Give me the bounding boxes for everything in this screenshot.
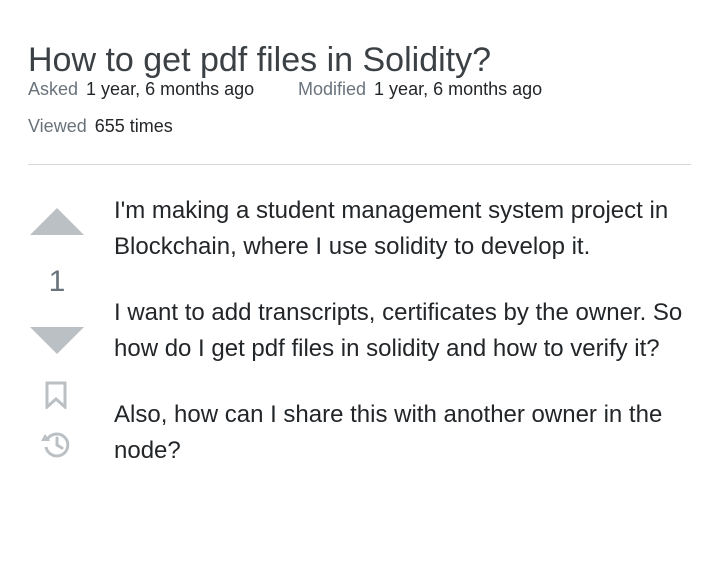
asked-label: Asked: [28, 79, 79, 99]
upvote-button[interactable]: [30, 206, 84, 236]
header-divider: [28, 164, 691, 165]
downvote-button[interactable]: [30, 326, 84, 356]
upvote-arrow-icon: [30, 208, 84, 235]
viewed-value: 655 times: [94, 116, 173, 136]
viewed-label: Viewed: [28, 116, 87, 136]
body-paragraph: I'm making a student management system p…: [114, 197, 669, 260]
downvote-arrow-icon: [30, 327, 84, 354]
viewed-meta: Viewed 655 times: [28, 114, 173, 138]
bookmark-button[interactable]: [44, 381, 68, 411]
modified-value[interactable]: 1 year, 6 months ago: [374, 79, 542, 99]
body-paragraph: Also, how can I share this with another …: [114, 401, 663, 464]
bookmark-icon: [45, 381, 67, 411]
question-body: I'm making a student management system p…: [114, 193, 684, 499]
vote-count: 1: [48, 265, 66, 298]
asked-meta: Asked 1 year, 6 months ago: [28, 77, 254, 101]
asked-value: 1 year, 6 months ago: [86, 79, 255, 99]
question-title[interactable]: How to get pdf files in Solidity?: [28, 37, 698, 83]
body-paragraph: I want to add transcripts, certificates …: [114, 299, 683, 362]
modified-label: Modified: [298, 79, 367, 99]
history-button[interactable]: [40, 428, 72, 460]
history-icon: [41, 432, 70, 458]
modified-meta: Modified 1 year, 6 months ago: [298, 77, 542, 101]
